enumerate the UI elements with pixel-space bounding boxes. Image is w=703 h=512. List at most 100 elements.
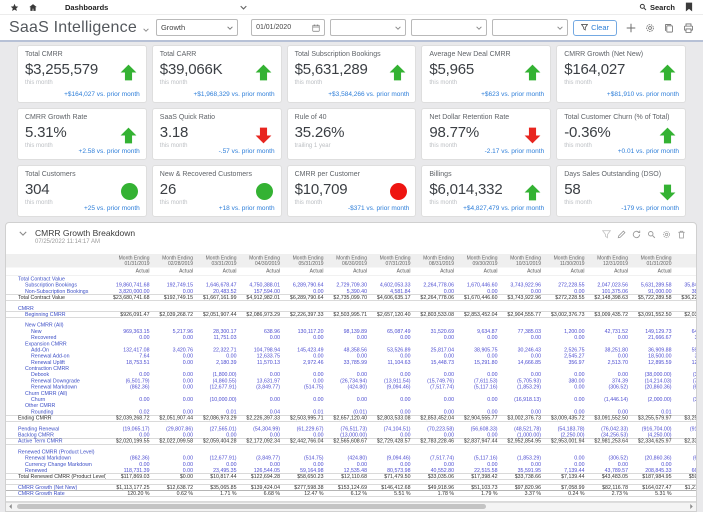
column-header-spacer: [6, 256, 106, 267]
kpi-card[interactable]: Days Sales Outstanding (DSO)58this month…: [556, 165, 686, 217]
kpi-label: Net Dollar Retention Rate: [429, 114, 543, 121]
dashboards-menu[interactable]: Dashboards: [65, 3, 247, 12]
kpi-card[interactable]: Total Subscription Bookings$5,631,289thi…: [287, 45, 417, 103]
table-cell: $2,837,947.44: [454, 439, 498, 444]
scenario-cell: Actual: [541, 269, 585, 275]
kpi-card[interactable]: Rule of 4035.26%trailing 1 year: [287, 108, 417, 160]
table-cell: 1.78 %: [411, 491, 455, 496]
date-input[interactable]: 01/01/2020: [251, 19, 325, 36]
row-label: Total Renewed CMRR (Product Level): [6, 474, 106, 479]
table-cell: $2,503,995.71: [280, 416, 324, 421]
search-label: Search: [650, 3, 675, 12]
table-cell: (862.36): [106, 384, 150, 390]
print-icon[interactable]: [683, 23, 694, 33]
kpi-card[interactable]: Total CARR$39,066Kthis month+$1,968,329 …: [152, 45, 282, 103]
scenario-cell: Actual: [193, 269, 237, 275]
kpi-card[interactable]: New & Recovered Customers26this month+18…: [152, 165, 282, 217]
filter-icon[interactable]: [602, 230, 611, 239]
table-cell: $187,984.95: [628, 474, 672, 479]
search-icon[interactable]: [647, 230, 656, 239]
kpi-card[interactable]: CMRR Growth Rate5.31%this month+2.58 vs.…: [17, 108, 147, 160]
table-row: Renewal Markdown(862.36)0.00(12,677.91)(…: [6, 384, 696, 390]
kpi-card[interactable]: Billings$6,014,332this month+$4,827,479 …: [421, 165, 551, 217]
collapse-chevron-icon[interactable]: [19, 231, 27, 236]
kpi-card[interactable]: Total Customer Churn (% of Total)-0.36%t…: [556, 108, 686, 160]
table-cell: 120.20 %: [106, 491, 150, 496]
scenario-cell: Actual: [280, 269, 324, 275]
table-cell: 0.00: [498, 335, 542, 341]
table-cell: (20,860.36): [628, 384, 672, 390]
scroll-right-icon[interactable]: [687, 503, 696, 510]
kpi-label: CMRR Growth (Net New): [564, 51, 678, 58]
table-cell: 11,751.03: [193, 335, 237, 341]
filter-select-2[interactable]: [411, 19, 487, 36]
edit-icon[interactable]: [617, 230, 626, 239]
column-header: Month Ending03/31/2019: [193, 256, 237, 267]
arrow-down-red-icon: [254, 126, 273, 150]
app-window: Dashboards Search SaaS Intelligence Grow…: [0, 0, 703, 512]
table-cell: 0.00: [280, 397, 324, 403]
table-cell: $2,334,625.9: [672, 439, 697, 444]
scenario-cell: Actual: [411, 269, 455, 275]
kpi-card[interactable]: Total Customers304this month+25 vs. prio…: [17, 165, 147, 217]
copy-icon[interactable]: [664, 23, 674, 33]
add-icon[interactable]: [626, 23, 636, 33]
kpi-label: Total Customer Churn (% of Total): [564, 114, 678, 121]
search-button[interactable]: Search: [639, 3, 675, 12]
table-cell: 0.00: [541, 397, 585, 403]
table-cell: $2,086,973.29: [193, 416, 237, 421]
refresh-icon[interactable]: [632, 230, 641, 239]
table-cell: 3.37 %: [498, 491, 542, 496]
chevron-down-icon: [557, 26, 563, 30]
home-icon[interactable]: [28, 3, 38, 12]
table-cell: 12,895.59: [628, 359, 672, 365]
scenario-cell: Actual: [672, 269, 697, 275]
table-cell: 0.00: [106, 335, 150, 341]
scenario-cell: Actual: [498, 269, 542, 275]
arrow-up-green-icon: [254, 63, 273, 87]
column-header: Month Ending10/31/2019: [498, 256, 542, 267]
title-bar: SaaS Intelligence Growth 01/01/2020: [0, 15, 703, 40]
table-cell: (10,000.00): [193, 397, 237, 403]
trash-icon[interactable]: [677, 230, 686, 239]
table-cell: $2,803,533.08: [411, 312, 455, 317]
chevron-down-icon: [227, 26, 233, 30]
kpi-card[interactable]: CMRR Growth (Net New)$164,027this month+…: [556, 45, 686, 103]
kpi-delta: +$1,968,329 vs. prior month: [193, 91, 274, 98]
table-cell: $597,929.6: [672, 474, 697, 479]
table-cell: $3,002,376.73: [498, 416, 542, 421]
row-label: Ending CMRR: [6, 416, 106, 421]
kpi-card[interactable]: Average New Deal CMRR$5,965this month+$6…: [421, 45, 551, 103]
table-cell: $10,817.44: [193, 474, 237, 479]
table-cell: 0.00: [585, 335, 629, 341]
horizontal-scrollbar[interactable]: [6, 502, 696, 511]
scroll-left-icon[interactable]: [6, 503, 15, 510]
kpi-card[interactable]: CMRR per Customer$10,709this month-$371 …: [287, 165, 417, 217]
bookmark-icon[interactable]: [685, 2, 693, 12]
table-cell: $2,952,854.95: [498, 439, 542, 444]
table-cell: (306.52): [585, 384, 629, 390]
table-cell: 1.71 %: [193, 491, 237, 496]
clear-filters-button[interactable]: Clear: [573, 20, 617, 36]
chevron-down-icon[interactable]: [143, 28, 149, 32]
gear-icon[interactable]: [645, 23, 655, 33]
cmrr-breakdown-panel: CMRR Growth Breakdown 07/25/2022 11:14:1…: [5, 222, 697, 512]
kpi-card[interactable]: Net Dollar Retention Rate98.77%this mont…: [421, 108, 551, 160]
table-cell: (7,517.74): [411, 384, 455, 390]
filter-select-3[interactable]: [492, 19, 568, 36]
kpi-card[interactable]: SaaS Quick Ratio3.18this month-.57 vs. p…: [152, 108, 282, 160]
view-select[interactable]: Growth: [156, 19, 238, 36]
scrollbar-thumb[interactable]: [17, 504, 486, 509]
table-cell: 0.00: [324, 335, 368, 341]
table-cell: $1,667,161.99: [193, 295, 237, 300]
table-cell: 6.12 %: [324, 491, 368, 496]
filter-select-1[interactable]: [330, 19, 406, 36]
table-cell: $1,670,446.60: [454, 295, 498, 300]
table-cell: $2,904,555.77: [454, 416, 498, 421]
table-cell: (9,094.46): [367, 384, 411, 390]
table-cell: $97,820.96: [498, 485, 542, 490]
kpi-grid: Total CMRR$3,255,579this month+$164,027 …: [17, 45, 686, 217]
gear-icon[interactable]: [662, 230, 671, 239]
kpi-card[interactable]: Total CMRR$3,255,579this month+$164,027 …: [17, 45, 147, 103]
star-icon[interactable]: [10, 3, 19, 12]
